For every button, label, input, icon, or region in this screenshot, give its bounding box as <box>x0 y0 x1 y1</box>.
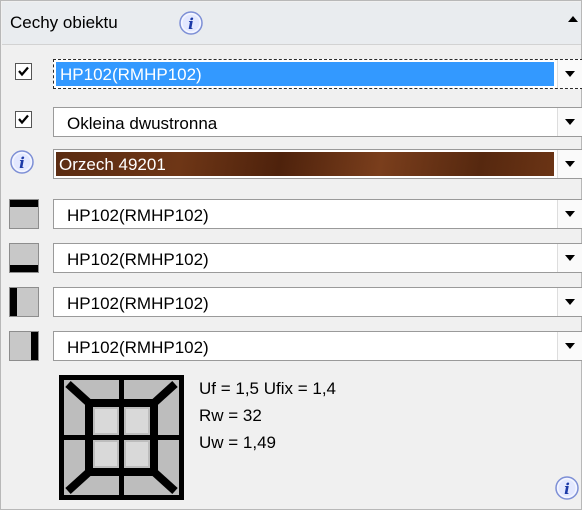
info-icon[interactable]: i <box>178 10 204 36</box>
svg-text:i: i <box>188 15 194 33</box>
veneer-checkbox[interactable] <box>15 111 32 128</box>
decor-combobox[interactable]: Orzech 49201 <box>53 149 582 179</box>
window-frame-image <box>59 375 184 500</box>
row-edge-top: HP102(RMHP102) <box>1 197 582 237</box>
edge-left-value: HP102(RMHP102) <box>67 294 209 313</box>
row-edge-right: HP102(RMHP102) <box>1 329 582 369</box>
edge-top-icon <box>9 199 39 229</box>
material-combobox[interactable]: HP102(RMHP102) <box>53 59 582 89</box>
edge-left-icon <box>9 287 39 317</box>
properties-panel: Cechy obiektu i HP102(RMHP102) Okleina d… <box>0 0 582 510</box>
info-icon[interactable]: i <box>554 475 580 501</box>
edge-right-value: HP102(RMHP102) <box>67 338 209 357</box>
chevron-down-icon[interactable] <box>557 200 582 228</box>
row-veneer: Okleina dwustronna <box>1 105 582 145</box>
scroll-up-icon[interactable] <box>568 16 578 22</box>
row-material: HP102(RMHP102) <box>1 57 582 97</box>
svg-text:i: i <box>19 154 25 172</box>
edge-bottom-value: HP102(RMHP102) <box>67 250 209 269</box>
edge-right-combobox[interactable]: HP102(RMHP102) <box>53 331 582 361</box>
material-checkbox[interactable] <box>15 63 32 80</box>
info-icon[interactable]: i <box>9 149 35 175</box>
edge-bottom-icon <box>9 243 39 273</box>
chevron-down-icon[interactable] <box>557 108 582 136</box>
row-edge-bottom: HP102(RMHP102) <box>1 241 582 281</box>
uf-ufix-value: Uf = 1,5 Ufix = 1,4 <box>199 379 337 398</box>
edge-bottom-combobox[interactable]: HP102(RMHP102) <box>53 243 582 273</box>
row-decor: i Orzech 49201 <box>1 147 582 187</box>
chevron-down-icon[interactable] <box>557 150 582 178</box>
edge-right-icon <box>9 331 39 361</box>
uw-value: Uw = 1,49 <box>199 433 277 452</box>
svg-text:i: i <box>564 480 570 498</box>
chevron-down-icon[interactable] <box>557 60 582 88</box>
veneer-combobox[interactable]: Okleina dwustronna <box>53 107 582 137</box>
panel-header: Cechy obiektu i <box>2 2 581 45</box>
chevron-down-icon[interactable] <box>557 332 582 360</box>
edge-top-value: HP102(RMHP102) <box>67 206 209 225</box>
chevron-down-icon[interactable] <box>557 244 582 272</box>
veneer-value: Okleina dwustronna <box>67 114 218 133</box>
edge-left-combobox[interactable]: HP102(RMHP102) <box>53 287 582 317</box>
decor-value: Orzech 49201 <box>59 155 166 174</box>
panel-title: Cechy obiektu <box>10 13 118 32</box>
edge-top-combobox[interactable]: HP102(RMHP102) <box>53 199 582 229</box>
chevron-down-icon[interactable] <box>557 288 582 316</box>
material-value: HP102(RMHP102) <box>60 65 202 84</box>
row-edge-left: HP102(RMHP102) <box>1 285 582 325</box>
rw-value: Rw = 32 <box>199 406 262 425</box>
